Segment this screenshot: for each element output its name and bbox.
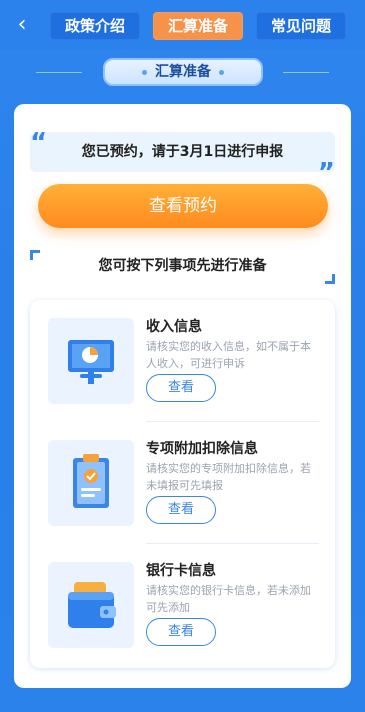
item-desc: 请核实您的银行卡信息，若未添加可先添加 <box>146 584 311 614</box>
dot-icon <box>219 69 224 75</box>
top-nav: ‹ 政策介绍 汇算准备 常见问题 <box>0 0 365 50</box>
main-card: 您已预约，请于3月1日进行申报 “ ” 查看预约 您可按下列事项先进行准备 收入… <box>14 104 351 688</box>
item-desc: 请核实您的收入信息，如不属于本人收入，可进行申诉 <box>146 340 311 370</box>
item-title: 收入信息 <box>146 319 202 335</box>
tab-faq[interactable]: 常见问题 <box>256 12 346 40</box>
appointment-notice: 您已预约，请于3月1日进行申报 <box>30 132 335 172</box>
section-title-pill: 汇算准备 <box>103 58 263 86</box>
back-icon[interactable]: ‹ <box>8 11 36 39</box>
clipboard-check-icon <box>48 440 134 526</box>
presentation-chart-icon <box>48 318 134 404</box>
dot-icon <box>142 69 147 75</box>
view-button[interactable]: 查看 <box>146 618 216 646</box>
prep-list: 收入信息 请核实您的收入信息，如不属于本人收入，可进行申诉 查看 专项附加扣除信… <box>30 300 335 668</box>
item-title: 专项附加扣除信息 <box>146 441 258 457</box>
list-item: 收入信息 请核实您的收入信息，如不属于本人收入，可进行申诉 查看 <box>30 300 335 422</box>
list-item: 专项附加扣除信息 请核实您的专项附加扣除信息，若未填报可先填报 查看 <box>30 422 335 544</box>
prep-title: 您可按下列事项先进行准备 <box>98 258 267 274</box>
tab-policy-intro[interactable]: 政策介绍 <box>50 12 140 40</box>
section-header: 汇算准备 <box>0 56 365 88</box>
item-desc: 请核实您的专项附加扣除信息，若未填报可先填报 <box>146 462 311 492</box>
divider-left <box>36 72 82 73</box>
wallet-icon <box>48 562 134 648</box>
view-button[interactable]: 查看 <box>146 374 216 402</box>
view-appointment-button[interactable]: 查看预约 <box>38 184 328 228</box>
view-button[interactable]: 查看 <box>146 496 216 524</box>
divider-right <box>283 72 329 73</box>
open-quote-icon: “ <box>30 128 48 158</box>
item-title: 银行卡信息 <box>146 563 216 579</box>
close-quote-icon: ” <box>317 158 335 188</box>
corner-bracket-icon <box>325 274 335 284</box>
section-title: 汇算准备 <box>155 64 211 80</box>
list-item: 银行卡信息 请核实您的银行卡信息，若未添加可先添加 查看 <box>30 544 335 666</box>
tab-filing-prep[interactable]: 汇算准备 <box>153 12 243 40</box>
